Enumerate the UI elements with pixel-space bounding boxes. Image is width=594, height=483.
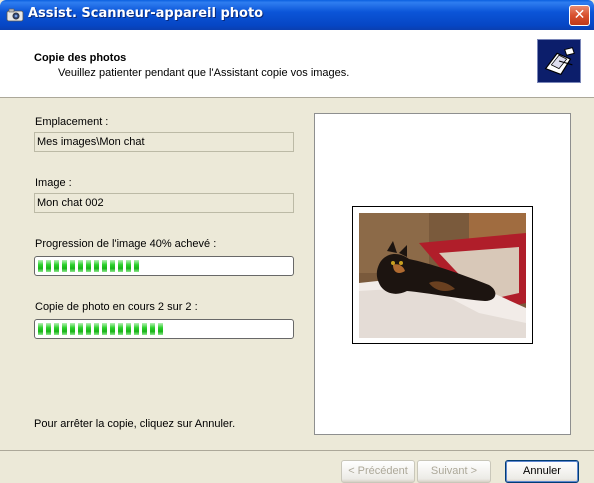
step-title: Copie des photos bbox=[34, 52, 127, 64]
copy-progress-label: Copie de photo en cours 2 sur 2 : bbox=[35, 301, 198, 313]
back-button[interactable]: < Précédent bbox=[341, 460, 415, 483]
location-label: Emplacement : bbox=[35, 116, 109, 128]
location-field: Mes images\Mon chat bbox=[34, 132, 294, 152]
image-progress-bar bbox=[34, 256, 294, 276]
wizard-header: Copie des photos Veuillez patienter pend… bbox=[0, 30, 594, 98]
camera-scanner-icon bbox=[537, 39, 581, 83]
window-title: Assist. Scanneur-appareil photo bbox=[28, 6, 264, 21]
photo-frame bbox=[352, 206, 533, 344]
preview-panel bbox=[314, 113, 571, 435]
image-progress-label: Progression de l'image 40% achevé : bbox=[35, 238, 217, 250]
camera-icon bbox=[6, 8, 24, 22]
cancel-instructions: Pour arrêter la copie, cliquez sur Annul… bbox=[34, 418, 236, 430]
cancel-button[interactable]: Annuler bbox=[505, 460, 579, 483]
next-button[interactable]: Suivant > bbox=[417, 460, 491, 483]
image-label: Image : bbox=[35, 177, 72, 189]
image-field: Mon chat 002 bbox=[34, 193, 294, 213]
footer-divider bbox=[0, 450, 594, 451]
close-button[interactable]: ✕ bbox=[569, 5, 590, 26]
copy-progress-bar bbox=[34, 319, 294, 339]
title-bar[interactable]: Assist. Scanneur-appareil photo ✕ bbox=[0, 0, 594, 30]
step-subtitle: Veuillez patienter pendant que l'Assista… bbox=[58, 67, 350, 79]
copy-progress-fill bbox=[38, 323, 164, 335]
image-progress-fill bbox=[38, 260, 139, 272]
cat-photo-thumbnail bbox=[359, 213, 526, 338]
